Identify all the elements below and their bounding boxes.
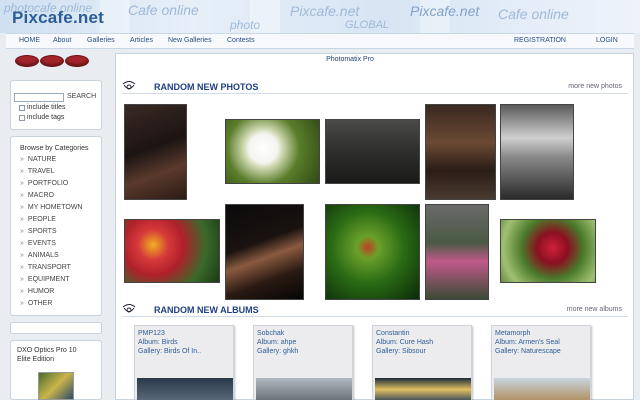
search-button[interactable]: SEARCH <box>67 93 96 100</box>
header-banner: photocafe online Cafe online Pixcafe.net… <box>0 0 640 33</box>
category-item[interactable]: » NATURE <box>20 156 56 163</box>
album-card[interactable]: Constantin Album: Cure Hash Gallery: Sib… <box>372 325 472 400</box>
promo-text[interactable]: DXO Optics Pro 10 Elite Edition <box>17 346 87 364</box>
photo-thumbnail[interactable] <box>500 104 574 200</box>
album-name[interactable]: Album: Cure Hash <box>376 339 433 346</box>
album-name[interactable]: Album: Armen's Seal <box>495 339 560 346</box>
album-gallery[interactable]: Gallery: Naturescape <box>495 348 561 355</box>
photo-thumbnail[interactable] <box>124 104 187 200</box>
camera-icon <box>122 304 136 313</box>
category-item[interactable]: » MACRO <box>20 192 54 199</box>
category-item[interactable]: » MY HOMETOWN <box>20 204 82 211</box>
new-photos-title: RANDOM NEW PHOTOS <box>154 82 259 92</box>
album-user[interactable]: Sobchak <box>257 330 284 337</box>
category-item[interactable]: » TRAVEL <box>20 168 55 175</box>
album-user[interactable]: Constantin <box>376 330 409 337</box>
banner-word: Cafe online <box>128 2 199 18</box>
album-gallery[interactable]: Gallery: ghkh <box>257 348 298 355</box>
more-new-albums-link[interactable]: more new albums <box>567 306 622 313</box>
banner-word: photo <box>230 18 261 32</box>
new-albums-header: RANDOM NEW ALBUMS more new albums <box>122 303 628 317</box>
sidebar-spacer-panel <box>10 322 102 334</box>
include-tags-label: include tags <box>27 114 65 121</box>
album-card[interactable]: Sobchak Album: ahpe Gallery: ghkh <box>253 325 353 400</box>
album-thumbnail[interactable] <box>137 378 233 400</box>
photo-thumbnail[interactable] <box>225 204 304 300</box>
site-logo[interactable]: Pixcafe.net <box>12 8 104 28</box>
photo-thumbnail[interactable] <box>325 204 420 300</box>
include-titles-label: include titles <box>27 104 66 111</box>
search-input[interactable] <box>14 93 64 102</box>
album-user[interactable]: Metamorph <box>495 330 530 337</box>
category-item[interactable]: » PEOPLE <box>20 216 56 223</box>
photo-thumbnail[interactable] <box>325 119 420 184</box>
nav-new-galleries[interactable]: New Galleries <box>168 37 212 44</box>
new-albums-title: RANDOM NEW ALBUMS <box>154 305 259 315</box>
album-card[interactable]: PMP123 Album: Birds Gallery: Birds Of In… <box>134 325 234 400</box>
nav-about[interactable]: About <box>53 37 71 44</box>
album-thumbnail[interactable] <box>375 378 471 400</box>
category-item[interactable]: » HUMOR <box>20 288 54 295</box>
category-item[interactable]: » TRANSPORT <box>20 264 71 271</box>
album-name[interactable]: Album: ahpe <box>257 339 296 346</box>
nav-articles[interactable]: Articles <box>130 37 153 44</box>
photo-thumbnail[interactable] <box>425 204 489 300</box>
photo-thumbnail[interactable] <box>425 104 496 200</box>
banner-word: Pixcafe.net <box>290 3 360 19</box>
ad-title[interactable]: Photomatix Pro <box>60 56 640 63</box>
banner-word: Cafe online <box>498 6 569 22</box>
category-item[interactable]: » PORTFOLIO <box>20 180 68 187</box>
album-gallery[interactable]: Gallery: Sibsour <box>376 348 426 355</box>
nav-contests[interactable]: Contests <box>227 37 255 44</box>
category-item[interactable]: » ANIMALS <box>20 252 59 259</box>
category-item[interactable]: » EVENTS <box>20 240 56 247</box>
banner-word: Pixcafe.net <box>410 3 480 19</box>
photo-thumbnail[interactable] <box>500 219 596 283</box>
nav-registration[interactable]: REGISTRATION <box>514 37 566 44</box>
photo-thumbnail[interactable] <box>225 119 320 184</box>
new-photos-header: RANDOM NEW PHOTOS more new photos <box>122 80 628 94</box>
promo-image[interactable] <box>38 372 74 400</box>
include-tags-checkbox[interactable] <box>19 115 25 121</box>
menu-dot[interactable] <box>16 56 38 66</box>
include-titles-checkbox[interactable] <box>19 105 25 111</box>
nav-login[interactable]: LOGIN <box>596 37 618 44</box>
more-new-photos-link[interactable]: more new photos <box>568 83 622 90</box>
album-thumbnail[interactable] <box>494 378 590 400</box>
banner-strip <box>100 0 130 33</box>
camera-icon <box>122 81 136 90</box>
album-name[interactable]: Album: Birds <box>138 339 178 346</box>
nav-home[interactable]: HOME <box>19 37 40 44</box>
album-user[interactable]: PMP123 <box>138 330 165 337</box>
album-thumbnail[interactable] <box>256 378 352 400</box>
album-card[interactable]: Metamorph Album: Armen's Seal Gallery: N… <box>491 325 591 400</box>
nav-galleries[interactable]: Galleries <box>87 37 115 44</box>
photo-thumbnail[interactable] <box>124 219 220 283</box>
category-item[interactable]: » OTHER <box>20 300 52 307</box>
main-nav: HOME About Galleries Articles New Galler… <box>6 33 634 49</box>
album-gallery[interactable]: Gallery: Birds Of In.. <box>138 348 201 355</box>
banner-word: GLOBAL <box>345 19 390 31</box>
category-item[interactable]: » SPORTS <box>20 228 57 235</box>
categories-title: Browse by Categories <box>20 145 89 152</box>
category-item[interactable]: » EQUIPMENT <box>20 276 70 283</box>
